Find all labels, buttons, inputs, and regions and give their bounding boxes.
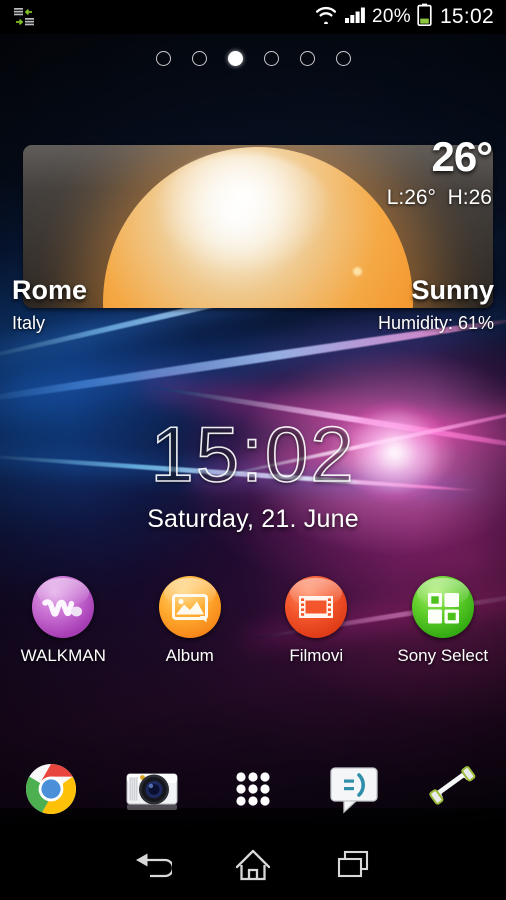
weather-city: Rome xyxy=(12,275,88,305)
dock xyxy=(0,748,506,830)
battery-percent-label: 20% xyxy=(372,6,411,27)
dock-item-chrome[interactable] xyxy=(0,748,101,830)
weather-high-low: L:26° H:26 xyxy=(386,186,492,209)
home-screen: 20% 15:02 26° L:26° H:26 Rome Italy Sunn… xyxy=(0,0,506,900)
weather-country: Italy xyxy=(12,313,46,333)
home-button[interactable] xyxy=(202,830,303,900)
weather-humidity: Humidity: 61% xyxy=(377,313,494,333)
nav-spacer-right xyxy=(405,830,506,900)
page-dot-1[interactable] xyxy=(155,50,171,66)
sony-select-icon[interactable] xyxy=(411,576,474,638)
app-shortcut-filmovi[interactable]: Filmovi xyxy=(253,576,380,676)
dock-item-camera[interactable] xyxy=(101,748,202,830)
page-dot-6[interactable] xyxy=(335,50,351,66)
recents-icon xyxy=(338,850,369,878)
status-bar-notifications xyxy=(0,7,314,27)
app-label: Sony Select xyxy=(397,646,489,665)
battery-icon xyxy=(417,3,432,31)
back-button[interactable] xyxy=(101,830,202,900)
weather-widget[interactable]: 26° L:26° H:26 Rome Italy Sunny Humidity… xyxy=(0,130,506,345)
status-bar-system-icons: 20% 15:02 xyxy=(314,3,506,31)
app-shortcut-row: WALKMAN Album Filmovi Sony Select xyxy=(0,576,506,676)
back-icon xyxy=(135,853,172,878)
phone-icon[interactable] xyxy=(424,758,486,820)
status-bar-clock: 15:02 xyxy=(439,5,494,28)
app-label: Album xyxy=(165,646,214,665)
sync-transfer-icon xyxy=(12,7,36,27)
app-shortcut-sony-select[interactable]: Sony Select xyxy=(380,576,506,676)
app-drawer-icon[interactable] xyxy=(222,758,284,820)
dock-item-app-drawer[interactable] xyxy=(202,748,303,830)
chrome-icon[interactable] xyxy=(20,758,82,820)
weather-condition: Sunny xyxy=(411,275,494,305)
home-icon xyxy=(235,849,271,881)
app-label: Filmovi xyxy=(289,646,344,665)
recents-button[interactable] xyxy=(304,830,405,900)
clock-date: Saturday, 21. June xyxy=(147,505,359,533)
app-label: WALKMAN xyxy=(20,646,106,665)
nav-spacer-left xyxy=(0,830,101,900)
clock-widget[interactable]: 15:02 Saturday, 21. June xyxy=(0,410,506,534)
camera-icon[interactable] xyxy=(121,758,183,820)
weather-temperature: 26° xyxy=(431,133,493,180)
status-bar[interactable]: 20% 15:02 xyxy=(0,0,506,34)
app-shortcut-walkman[interactable]: WALKMAN xyxy=(0,576,127,676)
dock-item-phone[interactable] xyxy=(405,748,506,830)
cellular-signal-icon xyxy=(344,5,366,29)
page-dot-5[interactable] xyxy=(299,50,315,66)
page-dot-2[interactable] xyxy=(191,50,207,66)
page-dot-4[interactable] xyxy=(263,50,279,66)
page-indicator[interactable] xyxy=(0,48,506,68)
filmovi-icon[interactable] xyxy=(285,576,348,638)
navigation-bar xyxy=(0,830,506,900)
wifi-icon xyxy=(314,5,338,29)
walkman-icon[interactable] xyxy=(32,576,95,638)
dock-item-messaging[interactable] xyxy=(304,748,405,830)
page-dot-3-active[interactable] xyxy=(227,50,243,66)
album-icon[interactable] xyxy=(158,576,221,638)
messaging-icon[interactable] xyxy=(323,758,385,820)
clock-time: 15:02 xyxy=(150,410,356,498)
app-shortcut-album[interactable]: Album xyxy=(127,576,254,676)
